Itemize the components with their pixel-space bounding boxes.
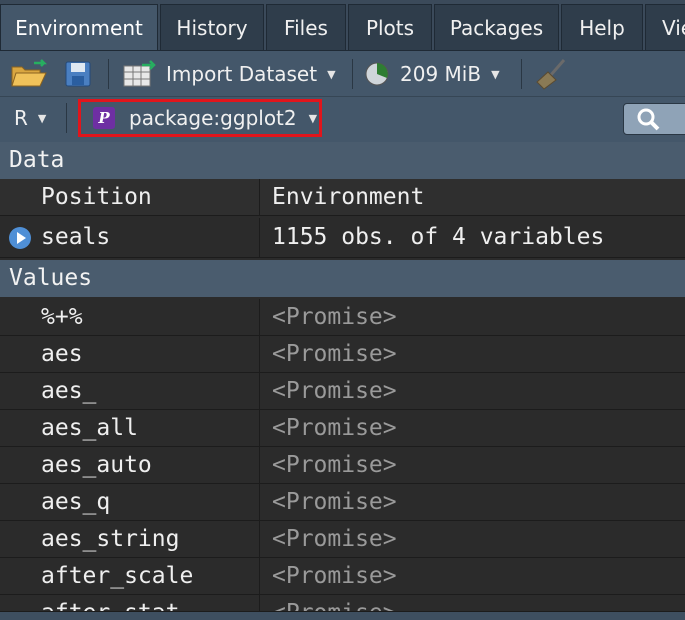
language-select-label: R [14,106,28,130]
variable-name: after_stat [0,595,260,611]
tab-packages[interactable]: Packages [434,4,559,50]
variable-name: aes_q [0,484,260,520]
column-header-row: Position Environment [0,179,685,216]
memory-usage-label: 209 MiB [400,62,482,86]
table-row[interactable]: after_scale <Promise> [0,558,685,595]
table-row[interactable]: aes_q <Promise> [0,484,685,521]
variable-name: aes_string [0,521,260,557]
save-workspace-button[interactable] [64,51,92,97]
variable-value: <Promise> [272,563,397,589]
table-row[interactable]: after_stat <Promise> [0,595,685,612]
language-select[interactable]: R ▼ [14,97,46,139]
table-row[interactable]: aes_ <Promise> [0,373,685,410]
variable-value: <Promise> [272,378,397,404]
chevron-down-icon: ▼ [308,111,318,125]
variable-name: %+% [0,299,260,335]
load-workspace-button[interactable] [10,51,52,97]
environment-select[interactable]: P package:ggplot2 ▼ [78,99,322,137]
environment-toolbar: Import Dataset ▼ 209 MiB ▼ [0,50,685,96]
clear-workspace-button[interactable] [534,51,568,97]
variable-value: <Promise> [261,595,685,611]
chevron-down-icon: ▼ [327,67,336,81]
tab-files[interactable]: Files [266,4,346,50]
tab-history[interactable]: History [160,4,264,50]
variable-name: after_scale [0,558,260,594]
section-header-values: Values [0,260,685,297]
open-folder-icon [11,59,48,87]
variable-name: aes_auto [0,447,260,483]
column-header-position[interactable]: Position [0,179,260,215]
environment-select-label: package:ggplot2 [129,106,297,130]
variable-value: <Promise> [272,304,397,330]
chevron-down-icon: ▼ [37,111,47,125]
import-table-icon [123,60,156,87]
variable-name: aes [0,336,260,372]
tab-viewer[interactable]: Vie [645,4,685,50]
memory-usage-button[interactable]: 209 MiB ▼ [364,51,500,97]
package-icon: P [93,107,115,129]
column-header-environment[interactable]: Environment [261,179,685,215]
search-input[interactable] [623,103,685,135]
import-dataset-label: Import Dataset [166,62,318,86]
import-dataset-button[interactable]: Import Dataset ▼ [122,51,336,97]
variable-value: <Promise> [272,415,397,441]
chevron-down-icon: ▼ [491,67,500,81]
tab-plots[interactable]: Plots [348,4,432,50]
variable-name: aes_all [0,410,260,446]
table-row[interactable]: aes_all <Promise> [0,410,685,447]
variable-value: <Promise> [272,526,397,552]
variable-value: <Promise> [272,341,397,367]
environment-scope-toolbar: R ▼ P package:ggplot2 ▼ [0,96,685,142]
save-disk-icon [65,61,91,87]
variable-value: <Promise> [272,489,397,515]
table-row[interactable]: aes_string <Promise> [0,521,685,558]
table-row[interactable]: %+% <Promise> [0,299,685,336]
table-row[interactable]: seals 1155 obs. of 4 variables [0,218,685,258]
tab-help[interactable]: Help [561,4,643,50]
section-header-data: Data [0,142,685,179]
tab-environment[interactable]: Environment [0,4,158,50]
table-row[interactable]: aes <Promise> [0,336,685,373]
table-row[interactable]: aes_auto <Promise> [0,447,685,484]
broom-icon [536,59,566,90]
search-icon [637,108,660,131]
memory-pie-icon [365,62,389,86]
pane-bottom-border [0,612,685,620]
pane-tab-bar: Environment History Files Plots Packages… [0,0,685,50]
variable-name: seals [0,218,260,257]
variable-value: 1155 obs. of 4 variables [272,224,605,250]
variable-name: aes_ [0,373,260,409]
variable-value: <Promise> [272,452,397,478]
